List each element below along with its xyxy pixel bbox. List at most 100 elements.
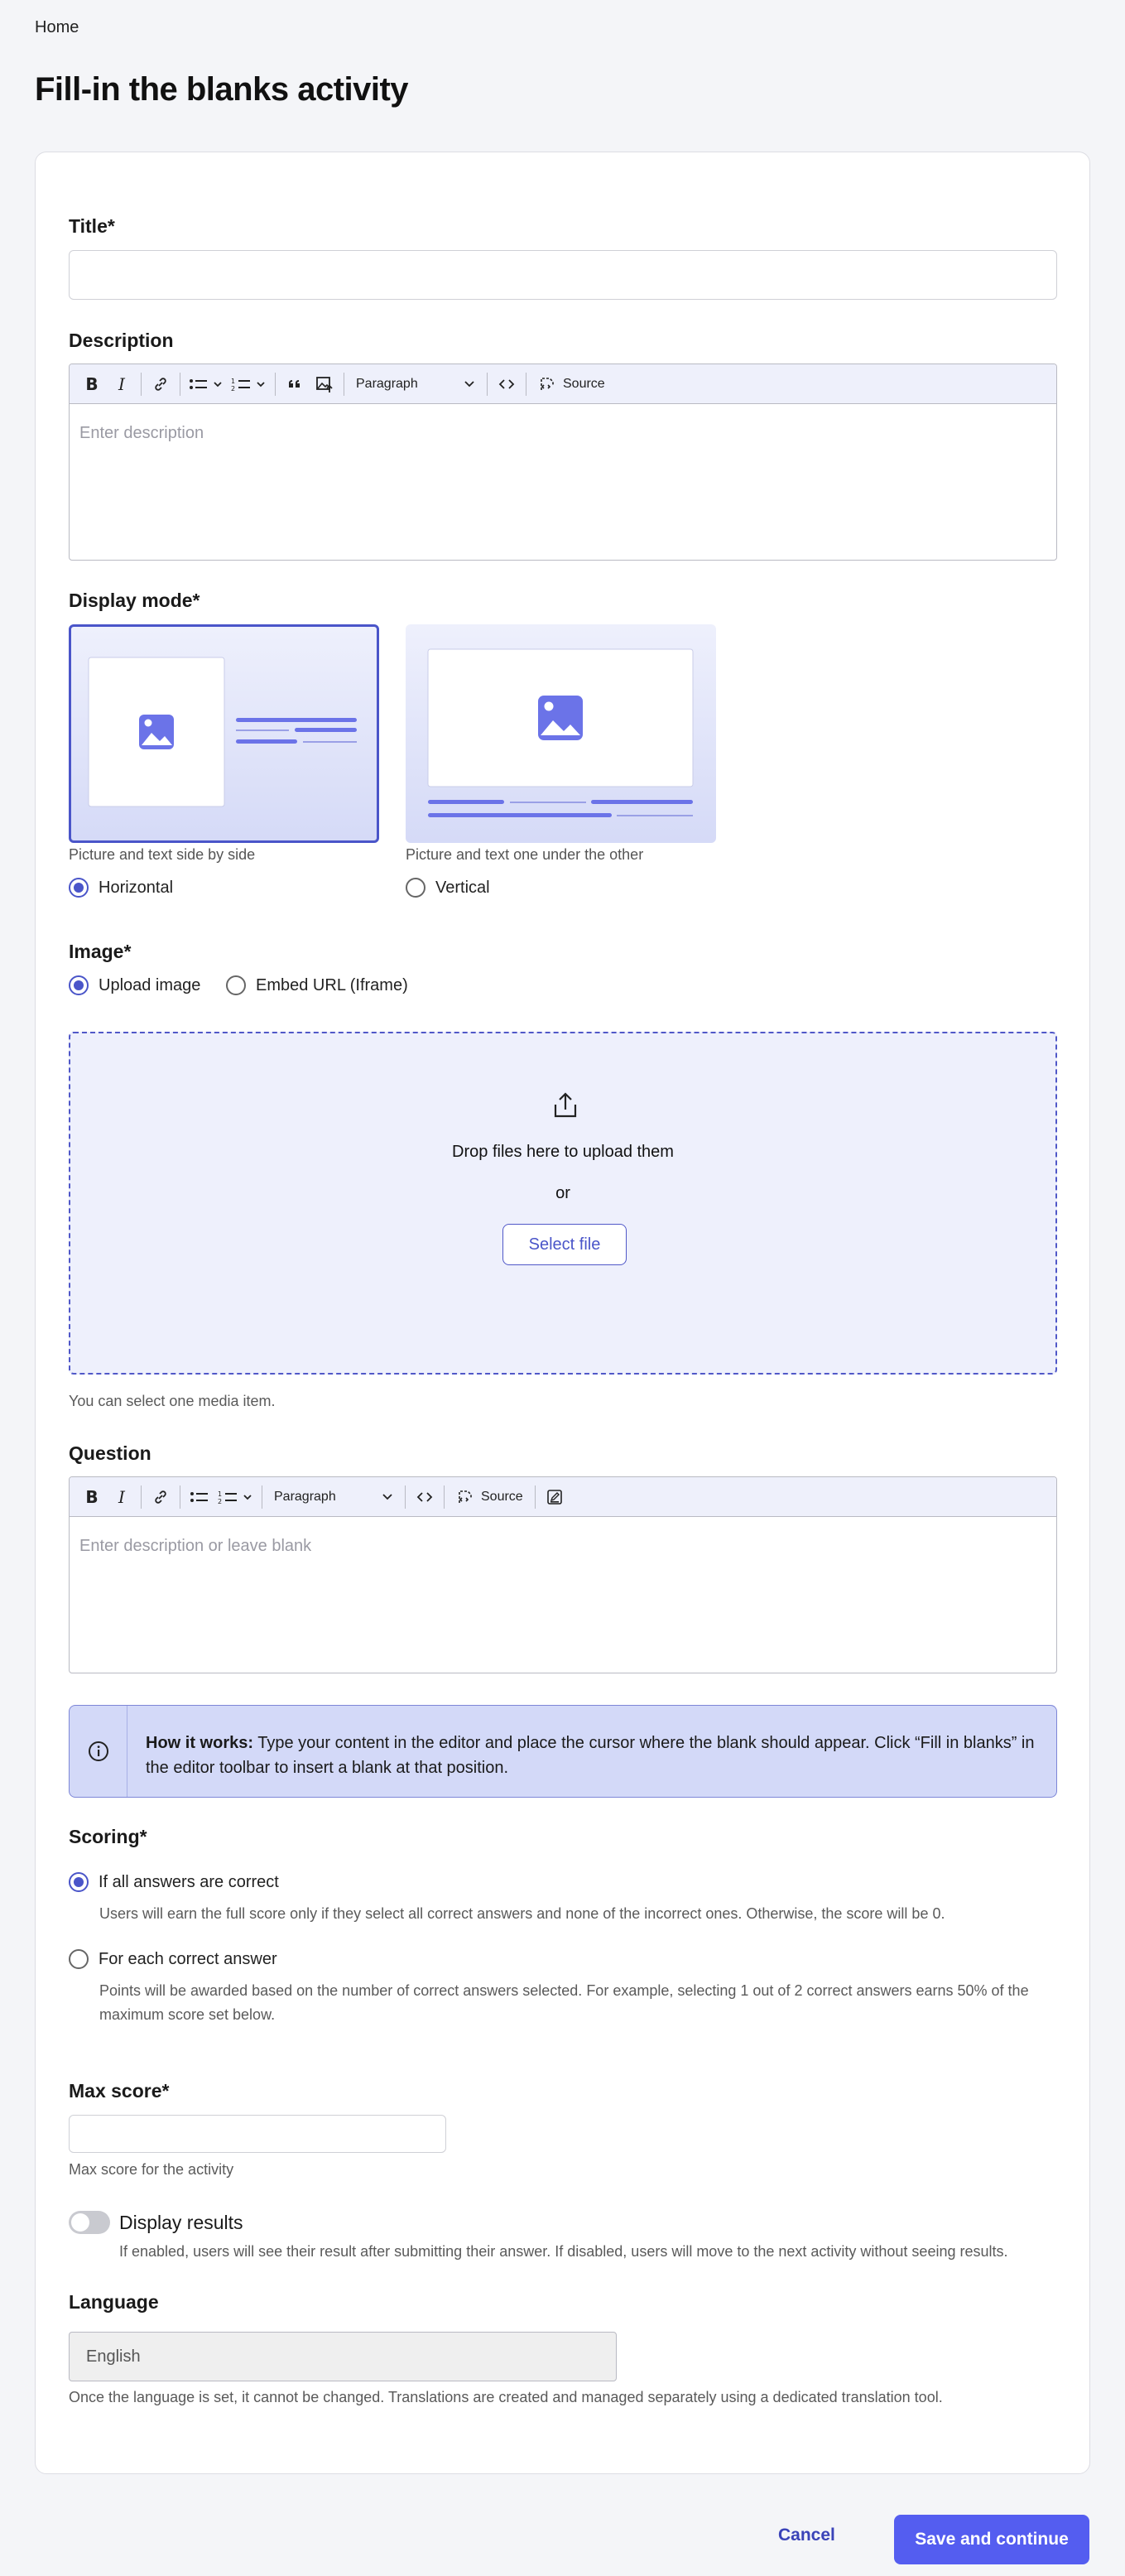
italic-button[interactable]: I <box>108 1482 136 1512</box>
all-correct-help: Users will earn the full score only if t… <box>99 1905 945 1922</box>
description-placeholder: Enter description <box>79 424 204 442</box>
paragraph-select-label: Paragraph <box>356 376 418 391</box>
source-label: Source <box>563 376 605 391</box>
source-icon <box>541 377 554 390</box>
radio-vertical[interactable]: Vertical <box>406 878 490 898</box>
paragraph-select-label: Paragraph <box>274 1489 336 1504</box>
display-mode-label: Display mode* <box>69 590 200 611</box>
svg-text:1: 1 <box>218 1490 222 1498</box>
radio-horizontal-label: Horizontal <box>99 878 174 897</box>
scoring-label: Scoring* <box>69 1826 147 1847</box>
source-button[interactable]: Source <box>450 1482 530 1512</box>
fill-in-blanks-icon[interactable] <box>541 1482 569 1512</box>
max-score-input[interactable] <box>69 2115 446 2153</box>
svg-text:1: 1 <box>231 378 235 385</box>
description-editor-body[interactable]: Enter description <box>70 404 1056 463</box>
link-icon[interactable] <box>147 1482 175 1512</box>
code-icon[interactable] <box>411 1482 439 1512</box>
radio-each-correct[interactable]: For each correct answer <box>69 1949 277 1969</box>
question-label: Question <box>69 1442 151 1464</box>
code-icon[interactable] <box>493 369 521 399</box>
numbered-list-icon[interactable]: 12 <box>228 369 270 399</box>
horizontal-layout-illustration <box>88 657 357 807</box>
each-correct-help: Points will be awarded based on the numb… <box>99 1982 1029 2023</box>
source-label: Source <box>481 1489 523 1504</box>
select-file-button[interactable]: Select file <box>502 1224 627 1265</box>
question-editor-body[interactable]: Enter description or leave blank <box>70 1517 1056 1576</box>
link-icon[interactable] <box>147 369 175 399</box>
info-bold: How it works: <box>146 1734 254 1752</box>
radio-all-correct-control[interactable] <box>69 1872 89 1892</box>
image-help-text: You can select one media item. <box>69 1393 276 1409</box>
title-input[interactable] <box>69 250 1057 300</box>
toolbar-divider <box>275 372 276 396</box>
description-label: Description <box>69 330 174 351</box>
radio-upload-image-label: Upload image <box>99 975 201 994</box>
numbered-list-icon[interactable]: 12 <box>215 1482 257 1512</box>
image-label: Image* <box>69 941 132 962</box>
page-title: Fill-in the blanks activity <box>35 71 409 108</box>
paragraph-select[interactable]: Paragraph <box>349 369 482 399</box>
description-toolbar: B I 12 Paragraph Source <box>70 364 1056 404</box>
toolbar-divider <box>444 1485 445 1509</box>
radio-each-correct-label: For each correct answer <box>99 1949 277 1968</box>
drop-files-text: Drop files here to upload them <box>452 1143 674 1161</box>
radio-upload-image-control[interactable] <box>69 975 89 995</box>
breadcrumb-home[interactable]: Home <box>35 18 79 37</box>
display-mode-horizontal-tile[interactable] <box>69 624 379 843</box>
toolbar-divider <box>405 1485 406 1509</box>
radio-all-correct[interactable]: If all answers are correct <box>69 1872 279 1892</box>
info-body: Type your content in the editor and plac… <box>146 1734 1035 1777</box>
question-placeholder: Enter description or leave blank <box>79 1537 312 1555</box>
bold-button[interactable]: B <box>78 369 106 399</box>
display-results-toggle[interactable] <box>69 2211 110 2234</box>
radio-horizontal[interactable]: Horizontal <box>69 878 173 898</box>
vertical-caption: Picture and text one under the other <box>406 846 644 863</box>
radio-embed-url-control[interactable] <box>226 975 246 995</box>
source-button[interactable]: Source <box>531 369 612 399</box>
toolbar-divider <box>141 1485 142 1509</box>
language-label: Language <box>69 2291 159 2313</box>
max-score-label: Max score* <box>69 2080 170 2102</box>
toolbar-divider <box>141 372 142 396</box>
language-select[interactable]: English <box>69 2332 617 2381</box>
radio-each-correct-control[interactable] <box>69 1949 89 1969</box>
radio-embed-url[interactable]: Embed URL (Iframe) <box>226 975 408 995</box>
info-text: How it works: Type your content in the e… <box>146 1731 1040 1780</box>
toolbar-divider <box>534 1485 536 1509</box>
radio-upload-image[interactable]: Upload image <box>69 975 200 995</box>
how-it-works-info-box: How it works: Type your content in the e… <box>69 1705 1057 1798</box>
radio-all-correct-label: If all answers are correct <box>99 1872 279 1891</box>
max-score-help: Max score for the activity <box>69 2161 234 2178</box>
display-mode-vertical-tile[interactable] <box>406 624 716 843</box>
file-dropzone[interactable]: Drop files here to upload them or Select… <box>69 1032 1057 1375</box>
blockquote-icon[interactable] <box>281 369 309 399</box>
info-icon-cell <box>70 1706 127 1797</box>
bold-button[interactable]: B <box>78 1482 106 1512</box>
save-and-continue-button[interactable]: Save and continue <box>894 2515 1089 2564</box>
svg-text:2: 2 <box>231 385 235 392</box>
upload-icon <box>554 1092 577 1118</box>
radio-vertical-label: Vertical <box>435 878 490 897</box>
image-upload-icon[interactable] <box>310 369 339 399</box>
italic-button[interactable]: I <box>108 369 136 399</box>
cancel-button[interactable]: Cancel <box>778 2525 835 2545</box>
radio-embed-url-label: Embed URL (Iframe) <box>256 975 408 994</box>
chevron-down-icon <box>382 1493 392 1500</box>
language-help: Once the language is set, it cannot be c… <box>69 2389 943 2405</box>
radio-horizontal-control[interactable] <box>69 878 89 898</box>
or-text: or <box>555 1184 570 1202</box>
question-editor: B I 12 Paragraph Source Enter descriptio… <box>69 1476 1057 1673</box>
bulleted-list-icon[interactable] <box>185 369 227 399</box>
source-icon <box>459 1490 472 1503</box>
horizontal-caption: Picture and text side by side <box>69 846 256 863</box>
radio-vertical-control[interactable] <box>406 878 425 898</box>
display-results-label: Display results <box>119 2212 243 2233</box>
chevron-down-icon <box>464 380 474 387</box>
form-card: Title* Description B I 12 Paragraph Sour… <box>35 152 1090 2474</box>
description-editor: B I 12 Paragraph Source Enter descriptio… <box>69 364 1057 561</box>
question-toolbar: B I 12 Paragraph Source <box>70 1477 1056 1517</box>
bulleted-list-icon[interactable] <box>185 1482 214 1512</box>
svg-text:2: 2 <box>218 1498 222 1505</box>
paragraph-select[interactable]: Paragraph <box>267 1482 400 1512</box>
